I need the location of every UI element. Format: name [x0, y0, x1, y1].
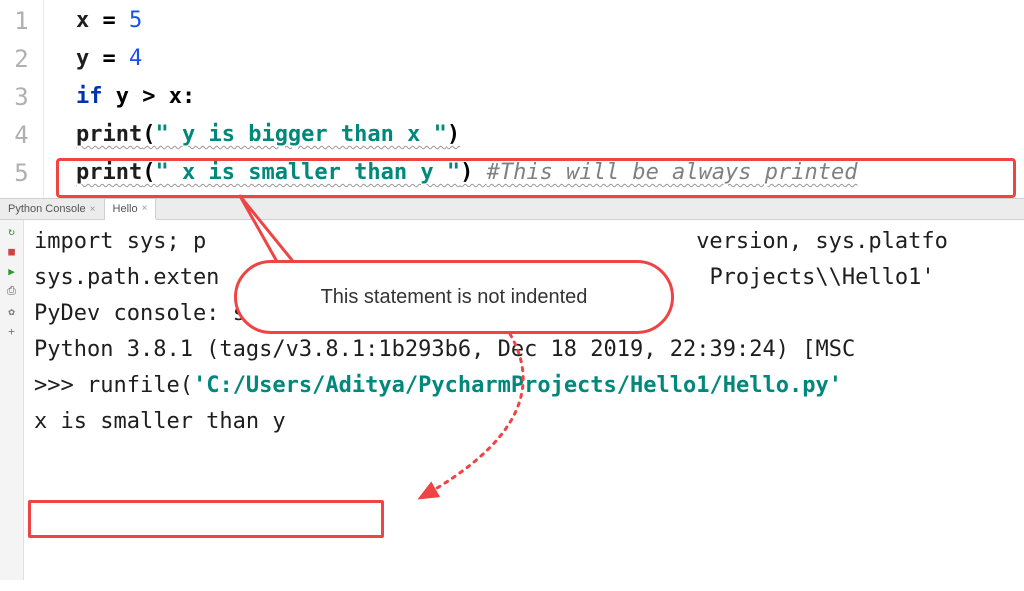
rerun-icon[interactable]: ↻: [5, 224, 19, 238]
gear-icon[interactable]: ✿: [5, 304, 19, 318]
code-token: " x is smaller than y ": [155, 160, 460, 185]
print-icon[interactable]: ⎙: [5, 284, 19, 298]
code-token: (: [142, 122, 155, 147]
code-token: =: [89, 8, 129, 33]
line-number: 5: [0, 154, 43, 192]
line-number: 3: [0, 78, 43, 116]
plus-icon[interactable]: +: [5, 324, 19, 338]
code-token: =: [89, 46, 129, 71]
code-line-3[interactable]: if y > x:: [76, 78, 1024, 116]
console-tabs: Python Console × Hello ×: [0, 198, 1024, 220]
tab-label: Python Console: [8, 203, 86, 215]
console-toolbar: ↻ ■ ▶ ⎙ ✿ +: [0, 220, 24, 580]
code-token: " y is bigger than x ": [155, 122, 446, 147]
line-number: 1: [0, 2, 43, 40]
code-token: y: [76, 46, 89, 71]
code-token: 4: [129, 46, 142, 71]
code-token: 5: [129, 8, 142, 33]
line-number: 2: [0, 40, 43, 78]
console-line: >>> runfile('C:/Users/Aditya/PycharmProj…: [34, 368, 1014, 404]
code-editor[interactable]: x = 5 y = 4 if y > x: print(" y is bigge…: [44, 0, 1024, 198]
code-token: ): [460, 160, 487, 185]
tab-label: Hello: [113, 203, 138, 215]
close-icon[interactable]: ×: [90, 204, 96, 215]
tab-python-console[interactable]: Python Console ×: [0, 199, 105, 219]
code-line-2[interactable]: y = 4: [76, 40, 1024, 78]
code-token: x: [76, 8, 89, 33]
annotation-text: This statement is not indented: [321, 286, 588, 309]
code-token: if: [76, 84, 103, 109]
play-icon[interactable]: ▶: [5, 264, 19, 278]
code-line-4[interactable]: print(" y is bigger than x "): [76, 116, 1024, 154]
code-token: print: [76, 160, 142, 185]
console-line: import sys; pversion, sys.platfo: [34, 224, 1014, 260]
editor-pane: 1 2 3 4 5 x = 5 y = 4 if y > x: print(" …: [0, 0, 1024, 198]
line-number-gutter: 1 2 3 4 5: [0, 0, 44, 198]
console-line: Python 3.8.1 (tags/v3.8.1:1b293b6, Dec 1…: [34, 332, 1014, 368]
code-comment: #This will be always printed: [487, 160, 858, 185]
tab-hello[interactable]: Hello ×: [105, 199, 157, 220]
annotation-callout: This statement is not indented: [234, 260, 674, 334]
close-icon[interactable]: ×: [142, 203, 148, 214]
code-token: print: [76, 122, 142, 147]
code-token: (: [142, 160, 155, 185]
code-line-5[interactable]: print(" x is smaller than y ") #This wil…: [76, 154, 1024, 192]
code-token: y > x:: [103, 84, 196, 109]
line-number: 4: [0, 116, 43, 154]
stop-icon[interactable]: ■: [5, 244, 19, 258]
code-line-1[interactable]: x = 5: [76, 2, 1024, 40]
console-line-output: x is smaller than y: [34, 404, 1014, 440]
code-token: ): [447, 122, 460, 147]
